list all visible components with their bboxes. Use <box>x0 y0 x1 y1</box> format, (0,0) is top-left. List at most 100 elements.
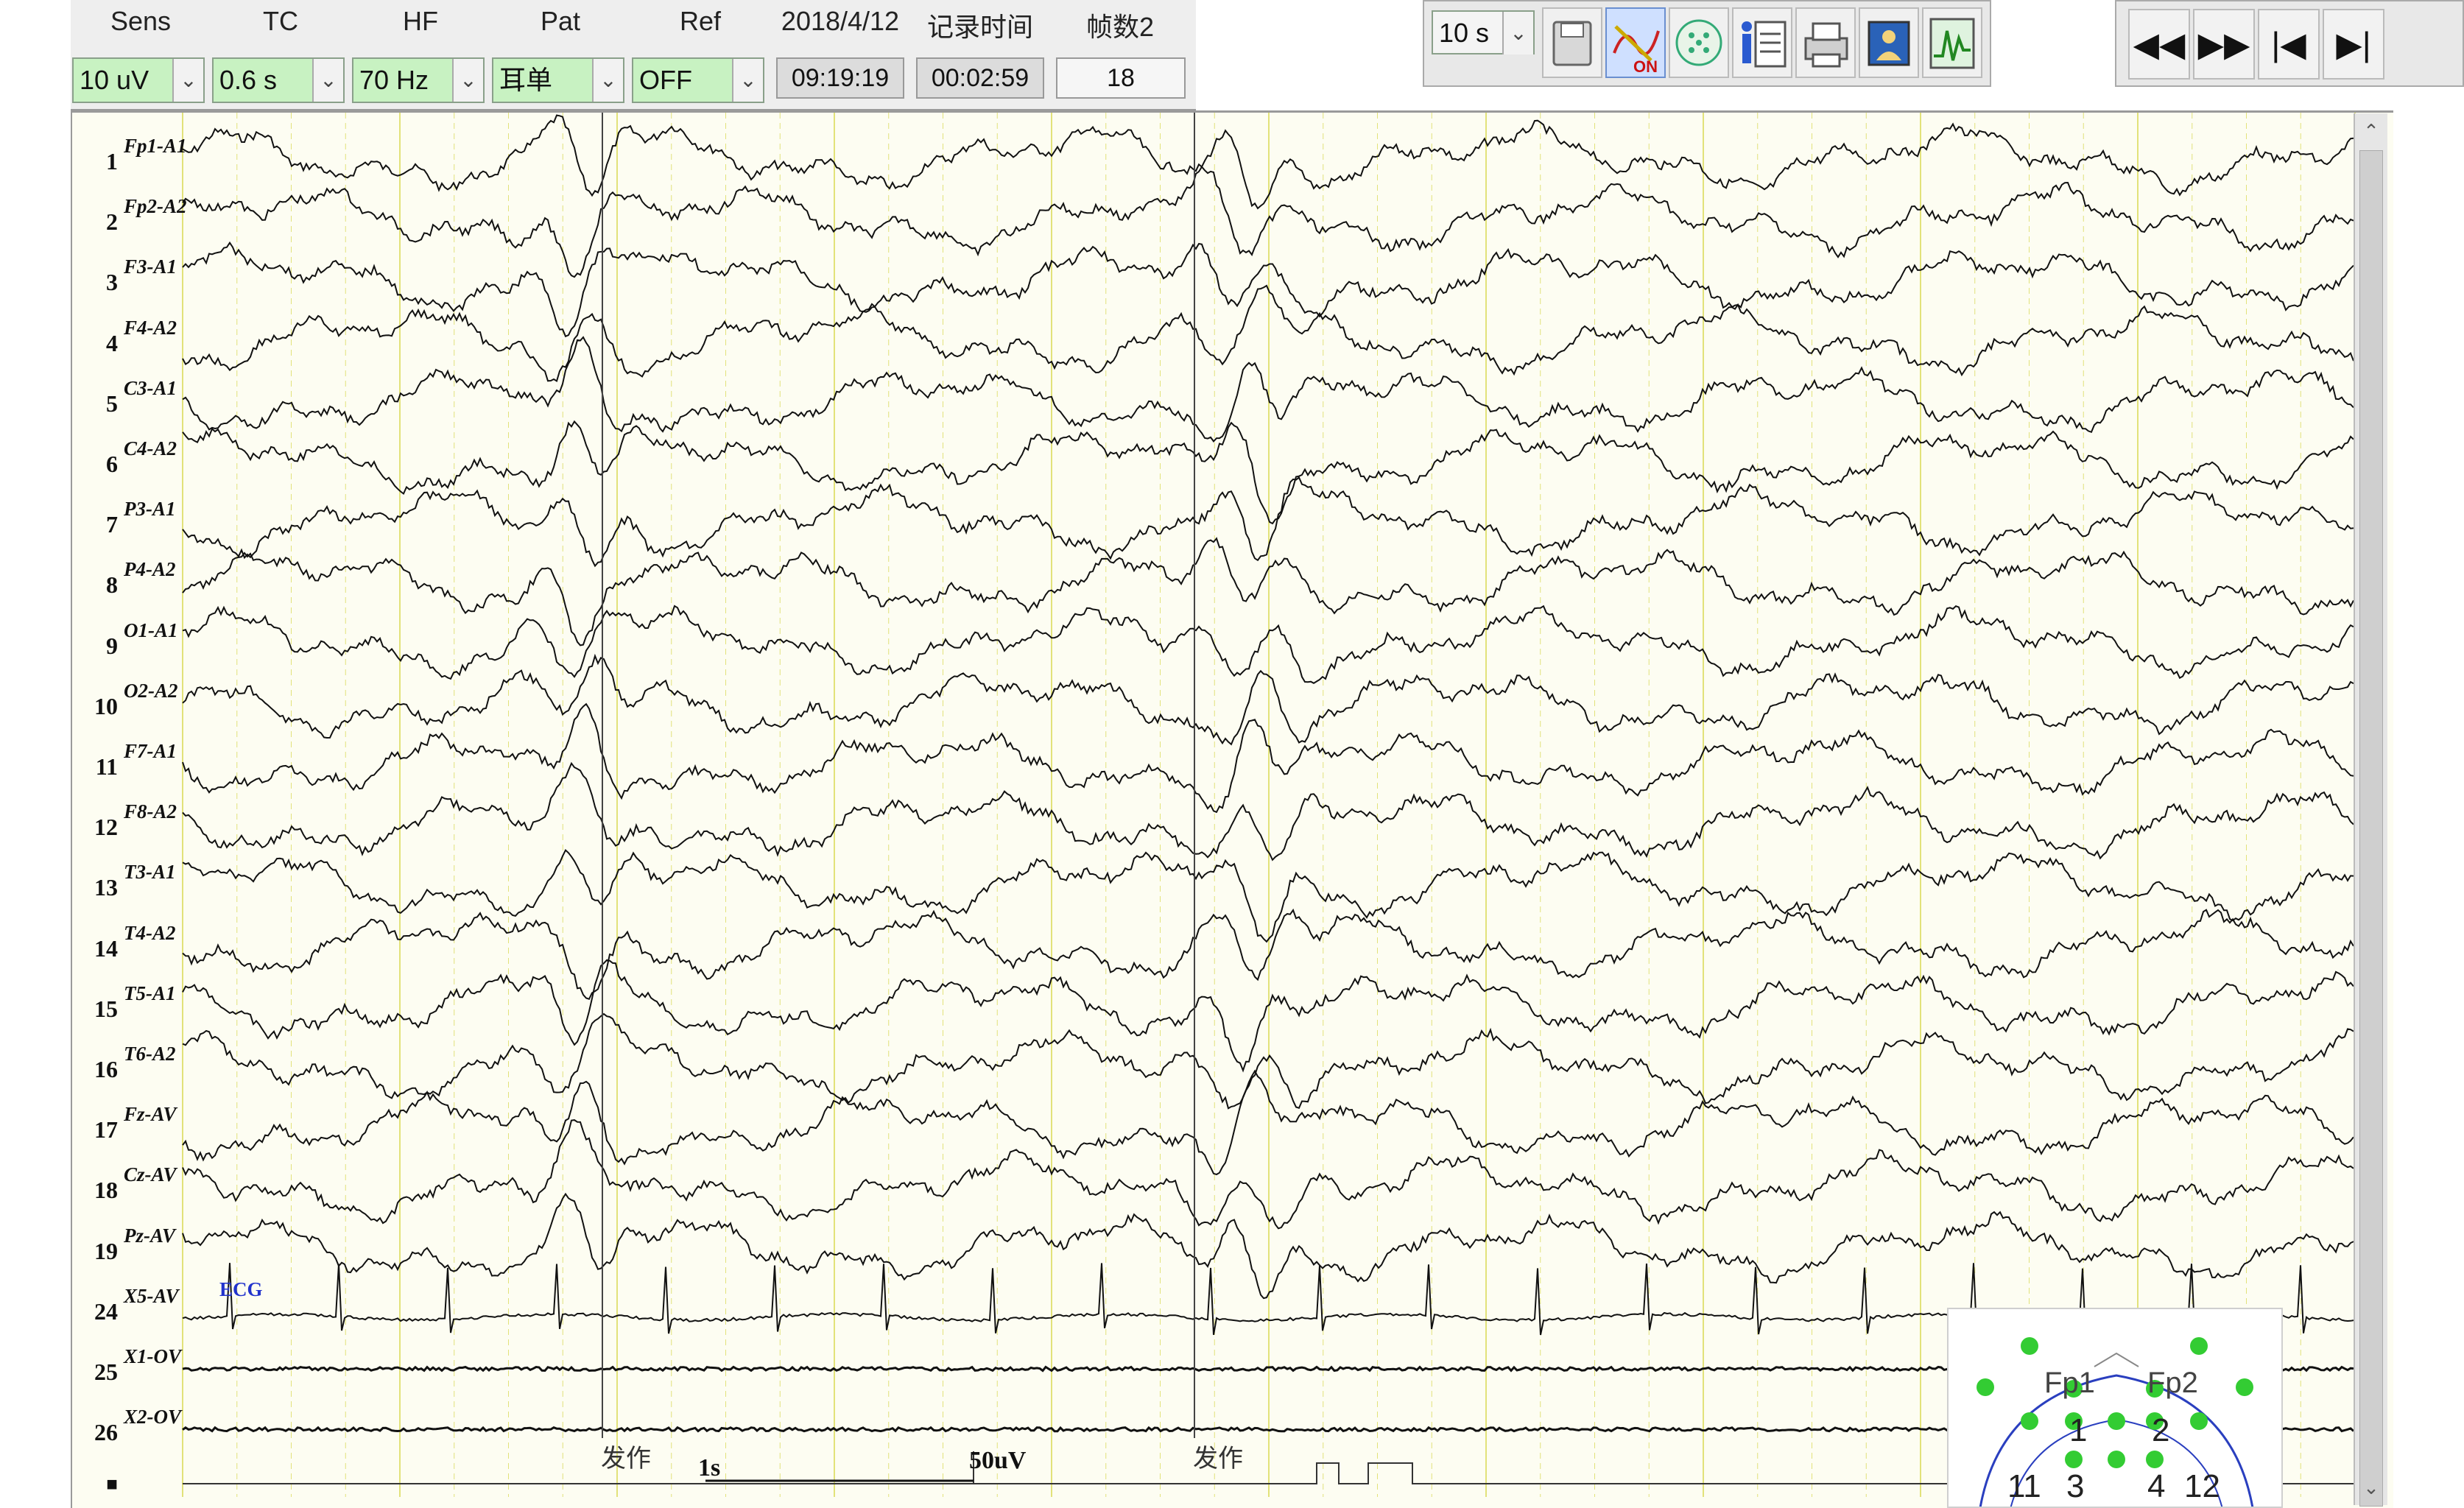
electrode-head-map[interactable]: Fp1 Fp2 1 2 11 3 4 12 <box>1947 1308 2283 1508</box>
record-time-display: 00:02:59 <box>916 57 1044 99</box>
channel-label[interactable]: C4-A2 <box>124 437 177 460</box>
channel-label[interactable]: X5-AV <box>124 1285 179 1308</box>
channel-number: 4 <box>106 329 118 356</box>
tc-select-value: 0.6 s <box>219 65 278 95</box>
settings-panel: Sens TC HF Pat Ref 2018/4/12 记录时间 帧数2 10… <box>71 0 1196 111</box>
channel-label[interactable]: O2-A2 <box>124 680 178 702</box>
scroll-down-icon[interactable]: ⌄ <box>2358 1473 2384 1502</box>
channel-number: 14 <box>94 934 118 962</box>
pat-header: Pat <box>540 6 581 36</box>
save-icon[interactable] <box>1542 7 1602 78</box>
channel-label[interactable]: F8-A2 <box>124 800 177 823</box>
eeg-on-icon[interactable]: ON <box>1605 7 1666 78</box>
timebase-select-value: 10 s <box>1439 18 1490 48</box>
channel-label[interactable]: P3-A1 <box>124 498 176 521</box>
sens-select[interactable]: 10 uV ⌄ <box>72 57 205 103</box>
pat-select-value: 耳单 <box>499 65 553 95</box>
channel-label[interactable]: O1-A1 <box>124 619 178 642</box>
record-time-header: 记录时间 <box>926 12 1033 42</box>
waveform-icon[interactable] <box>1922 7 1982 78</box>
channel-label[interactable]: F3-A1 <box>124 256 177 278</box>
channel-label[interactable]: X1-OV <box>124 1345 181 1368</box>
channel-label[interactable]: P4-A2 <box>124 558 176 581</box>
electrode-dot <box>2108 1451 2125 1468</box>
amplitude-scale-label: 50uV <box>969 1447 1027 1474</box>
channel-label[interactable]: C3-A1 <box>124 377 177 400</box>
channel-label[interactable]: F7-A1 <box>124 740 177 763</box>
chevron-down-icon[interactable]: ⌄ <box>592 59 623 102</box>
patient-info-icon[interactable] <box>1732 7 1792 78</box>
sens-select-value: 10 uV <box>80 65 149 95</box>
channel-label[interactable]: Fp1-A1 <box>124 135 187 158</box>
channel-number: 11 <box>95 753 118 780</box>
electrode-dot <box>2236 1378 2253 1396</box>
chevron-down-icon[interactable]: ⌄ <box>1502 12 1533 54</box>
event-annotation[interactable]: 发作 <box>1193 1438 1243 1474</box>
electrode-dot <box>2108 1412 2125 1430</box>
electrode-dot <box>2021 1412 2038 1430</box>
hf-header: HF <box>403 6 438 36</box>
channel-label[interactable]: Fz-AV <box>124 1103 177 1126</box>
electrode-dot <box>1977 1378 1994 1396</box>
image-icon[interactable] <box>1859 7 1919 78</box>
icon-on-text: ON <box>1633 57 1658 76</box>
scrollbar-thumb[interactable] <box>2359 150 2383 1507</box>
channel-label[interactable]: Cz-AV <box>124 1163 177 1186</box>
frame-count-header: 帧数2 <box>1085 12 1155 42</box>
last-page-button[interactable]: ▶| <box>2323 9 2384 80</box>
channel-number: 24 <box>94 1297 118 1325</box>
chevron-down-icon[interactable]: ⌄ <box>172 59 203 102</box>
frame-count-display: 18 <box>1056 57 1186 99</box>
electrode-dot <box>2065 1451 2083 1468</box>
time-scale-label: 1s <box>698 1454 721 1481</box>
ref-select-value: OFF <box>639 65 692 95</box>
electrode-label-fp1: Fp1 <box>2044 1367 2095 1399</box>
channel-number: 16 <box>94 1056 118 1082</box>
electrode-number: 11 <box>2007 1468 2041 1504</box>
chevron-down-icon[interactable]: ⌄ <box>732 59 763 102</box>
channel-number: 8 <box>106 571 118 599</box>
electrode-dot <box>2190 1337 2208 1355</box>
electrode-dot <box>2021 1337 2038 1355</box>
ref-select[interactable]: OFF ⌄ <box>632 57 764 103</box>
first-page-button[interactable]: |◀ <box>2258 9 2320 80</box>
channel-label[interactable]: T3-A1 <box>124 861 176 884</box>
date-label: 2018/4/12 <box>781 6 900 36</box>
fast-forward-button[interactable]: ▶▶ <box>2193 9 2255 80</box>
chevron-down-icon[interactable]: ⌄ <box>312 59 343 102</box>
electrode-number: 4 <box>2147 1468 2166 1504</box>
hf-select[interactable]: 70 Hz ⌄ <box>352 57 485 103</box>
chevron-down-icon[interactable]: ⌄ <box>452 59 483 102</box>
scroll-up-icon[interactable]: ⌃ <box>2358 116 2384 146</box>
channel-label[interactable]: X2-OV <box>124 1406 181 1428</box>
channel-label[interactable]: T4-A2 <box>124 922 176 945</box>
channel-number: 26 <box>94 1419 118 1446</box>
channel-label[interactable]: T5-A1 <box>124 982 176 1005</box>
eeg-trace-area[interactable]: 1 Fp1-A1 2 Fp2-A2 3 F3-A1 4 F4-A2 5 C3-A1 6 C4-A2 7 P… <box>71 110 2393 1508</box>
head-outline-icon <box>1977 1337 2254 1507</box>
clock-display: 09:19:19 <box>776 57 904 99</box>
tc-select[interactable]: 0.6 s ⌄ <box>212 57 345 103</box>
channel-number: 5 <box>106 390 118 417</box>
channel-number: 9 <box>106 632 118 659</box>
pat-select[interactable]: 耳单 ⌄ <box>492 57 624 103</box>
channel-number: 19 <box>94 1237 118 1264</box>
print-icon[interactable] <box>1795 7 1856 78</box>
montage-grid-icon[interactable] <box>1669 7 1729 78</box>
vertical-scrollbar[interactable]: ⌃ ⌄ <box>2354 113 2387 1507</box>
channel-label[interactable]: Fp2-A2 <box>124 195 187 218</box>
channel-label[interactable]: Pz-AV <box>124 1225 175 1247</box>
toolbar: Sens TC HF Pat Ref 2018/4/12 记录时间 帧数2 10… <box>0 0 2464 111</box>
channel-label[interactable]: T6-A2 <box>124 1043 176 1065</box>
event-annotation[interactable]: 发作 <box>601 1438 651 1474</box>
channel-number: 17 <box>94 1116 118 1144</box>
electrode-dot <box>2190 1412 2208 1430</box>
navigation-panel: ◀◀ ▶▶ |◀ ▶| <box>2115 0 2464 87</box>
electrode-label-fp2: Fp2 <box>2147 1367 2198 1399</box>
rewind-button[interactable]: ◀◀ <box>2128 9 2190 80</box>
channel-number: 10 <box>94 692 118 719</box>
tool-icon-panel: 10 s ⌄ ON <box>1423 0 1991 87</box>
timebase-select[interactable]: 10 s ⌄ <box>1432 10 1535 54</box>
channel-label[interactable]: F4-A2 <box>124 317 177 339</box>
tc-header: TC <box>263 6 298 36</box>
